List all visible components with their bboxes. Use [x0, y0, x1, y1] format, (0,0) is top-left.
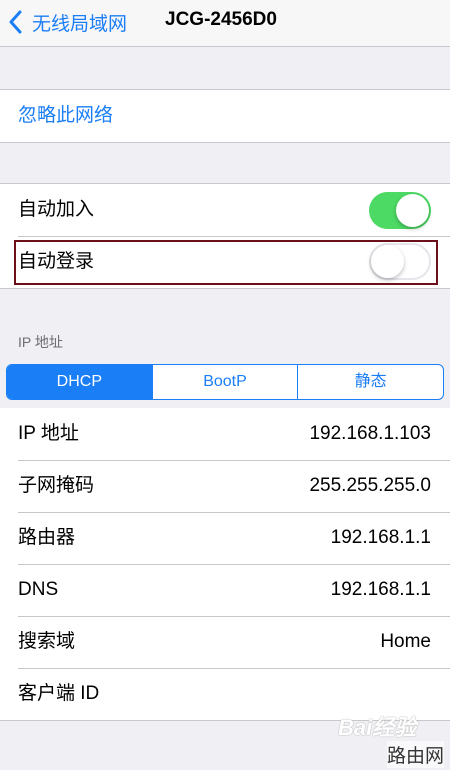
detail-label: 搜索域: [18, 631, 76, 652]
forget-network-row[interactable]: 忽略此网络: [0, 90, 450, 142]
detail-value: 192.168.1.1: [330, 527, 431, 548]
auto-join-row: 自动加入: [0, 184, 450, 236]
detail-row-router: 路由器 192.168.1.1: [0, 512, 450, 564]
detail-value: 255.255.255.0: [309, 475, 431, 496]
detail-label: DNS: [18, 579, 59, 600]
detail-label: 子网掩码: [18, 475, 95, 496]
ip-section-header: IP 地址: [18, 334, 63, 350]
detail-row-ip-address: IP 地址 192.168.1.103: [0, 408, 450, 460]
forget-network-group: 忽略此网络: [0, 89, 450, 143]
segment-bootp[interactable]: BootP: [151, 365, 298, 399]
back-button[interactable]: 无线局域网: [8, 8, 127, 36]
switch-knob: [396, 194, 429, 227]
auto-join-switch[interactable]: [369, 192, 431, 229]
watermark-text: 路由网: [386, 741, 444, 768]
auto-join-label: 自动加入: [18, 199, 95, 220]
detail-row-subnet-mask: 子网掩码 255.255.255.0: [0, 460, 450, 512]
detail-value: 192.168.1.1: [330, 579, 431, 600]
segment-static[interactable]: 静态: [297, 365, 443, 399]
chevron-left-icon: [8, 9, 26, 35]
forget-network-button[interactable]: 忽略此网络: [18, 90, 113, 142]
ip-mode-segmented-control: DHCP BootP 静态: [6, 364, 444, 400]
detail-label: IP 地址: [18, 423, 79, 444]
navigation-bar: 无线局域网 JCG-2456D0: [0, 0, 450, 47]
watermark: Bai经验 路由网: [330, 708, 450, 770]
page-title: JCG-2456D0: [165, 9, 277, 30]
detail-label: 客户端 ID: [18, 683, 100, 704]
detail-value: 192.168.1.103: [309, 423, 431, 444]
segment-dhcp[interactable]: DHCP: [7, 365, 152, 399]
detail-row-search-domain: 搜索域 Home: [0, 616, 450, 668]
detail-row-dns: DNS 192.168.1.1: [0, 564, 450, 616]
back-label: 无线局域网: [32, 13, 128, 35]
ip-details-group: IP 地址 192.168.1.103 子网掩码 255.255.255.0 路…: [0, 408, 450, 721]
highlight-box: [14, 240, 438, 285]
detail-label: 路由器: [18, 527, 76, 548]
detail-value: Home: [380, 631, 431, 652]
watermark-logo: Bai经验: [338, 715, 417, 740]
